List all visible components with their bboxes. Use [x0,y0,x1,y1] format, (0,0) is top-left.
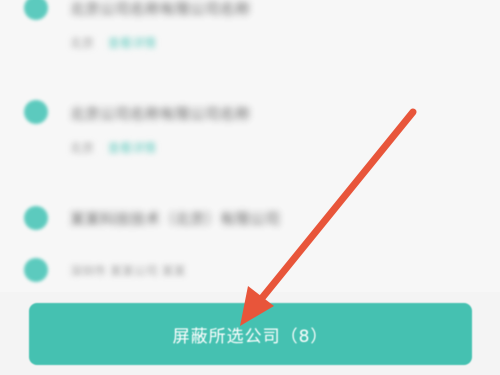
list-item[interactable]: 北京公司名称有限公司名称 北京 查看详情 [0,0,500,60]
company-meta: 北京 查看详情 [70,139,156,156]
company-name: 某某科技技术（北京）有限公司 [70,210,281,228]
checked-circle-icon[interactable] [24,100,48,124]
block-selected-companies-button[interactable]: 屏蔽所选公司（8） [29,303,472,365]
list-item[interactable]: 某某科技技术（北京）有限公司 深圳市 某某公司 某某 [0,200,500,290]
company-location: 北京 [70,36,95,50]
company-meta: 深圳市 某某公司 某某 [70,264,186,278]
company-detail-link[interactable]: 查看详情 [108,141,156,155]
list-item[interactable]: 北京公司名称有限公司名称 北京 查看详情 [0,95,500,165]
company-location: 北京 [70,141,95,155]
checked-circle-icon[interactable] [24,258,48,282]
checked-circle-icon[interactable] [24,0,48,20]
screen: 北京公司名称有限公司名称 北京 查看详情 北京公司名称有限公司名称 北京 查看详… [0,0,500,375]
company-meta: 北京 查看详情 [70,34,156,51]
checked-circle-icon[interactable] [24,206,48,230]
company-detail-link[interactable]: 查看详情 [108,36,156,50]
company-name: 北京公司名称有限公司名称 [70,0,251,18]
company-name: 北京公司名称有限公司名称 [70,105,251,123]
company-list: 北京公司名称有限公司名称 北京 查看详情 北京公司名称有限公司名称 北京 查看详… [0,0,500,300]
